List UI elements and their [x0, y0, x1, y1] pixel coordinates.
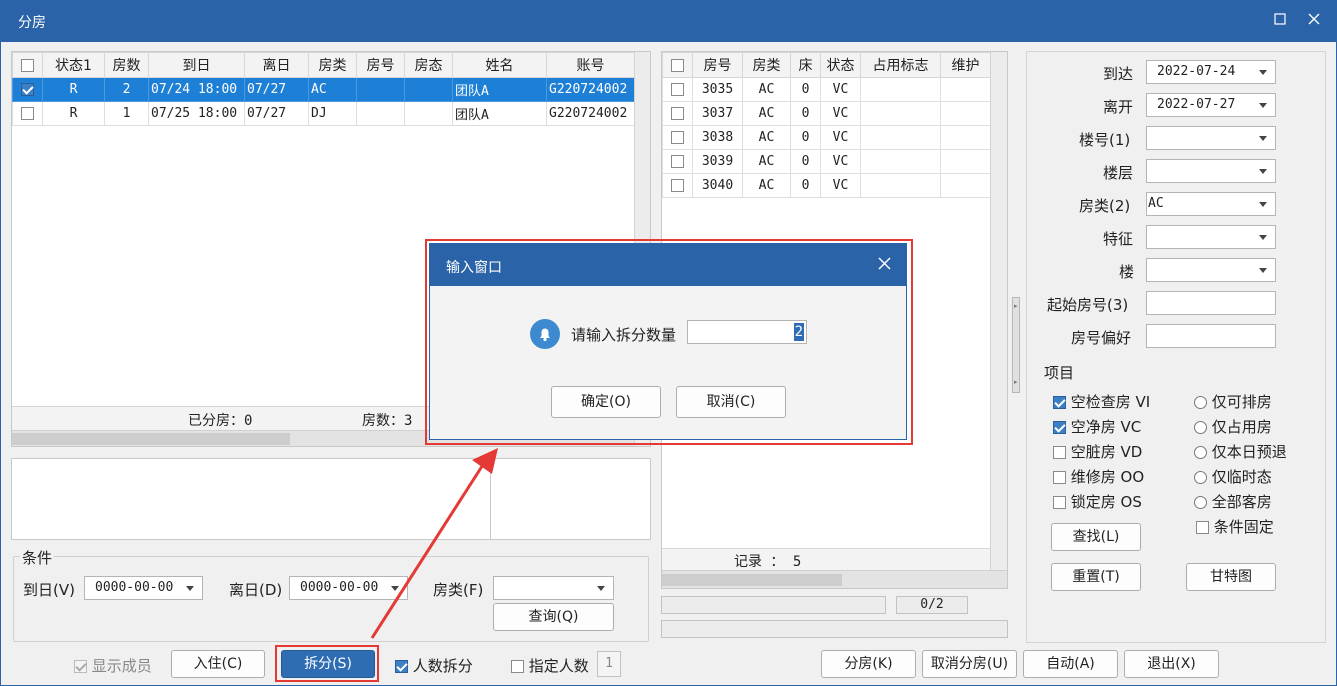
close-icon[interactable]	[878, 257, 891, 274]
dialog-prompt: 请输入拆分数量	[571, 326, 677, 344]
dialog-cancel-button[interactable]: 取消(C)	[676, 386, 786, 418]
split-count-input[interactable]: 2	[687, 320, 807, 344]
dialog-body: 请输入拆分数量 2 确定(O) 取消(C)	[430, 286, 906, 439]
dialog-title: 输入窗口	[446, 260, 502, 276]
dialog-titlebar: 输入窗口	[430, 244, 906, 286]
arrow-head	[472, 448, 498, 474]
input-dialog: 输入窗口 请输入拆分数量 2 确定(O) 取消(C)	[429, 243, 907, 440]
arrow-line	[370, 459, 488, 639]
split-count-value: 2	[793, 323, 804, 341]
dialog-ok-button[interactable]: 确定(O)	[551, 386, 661, 418]
bell-icon	[530, 319, 560, 349]
